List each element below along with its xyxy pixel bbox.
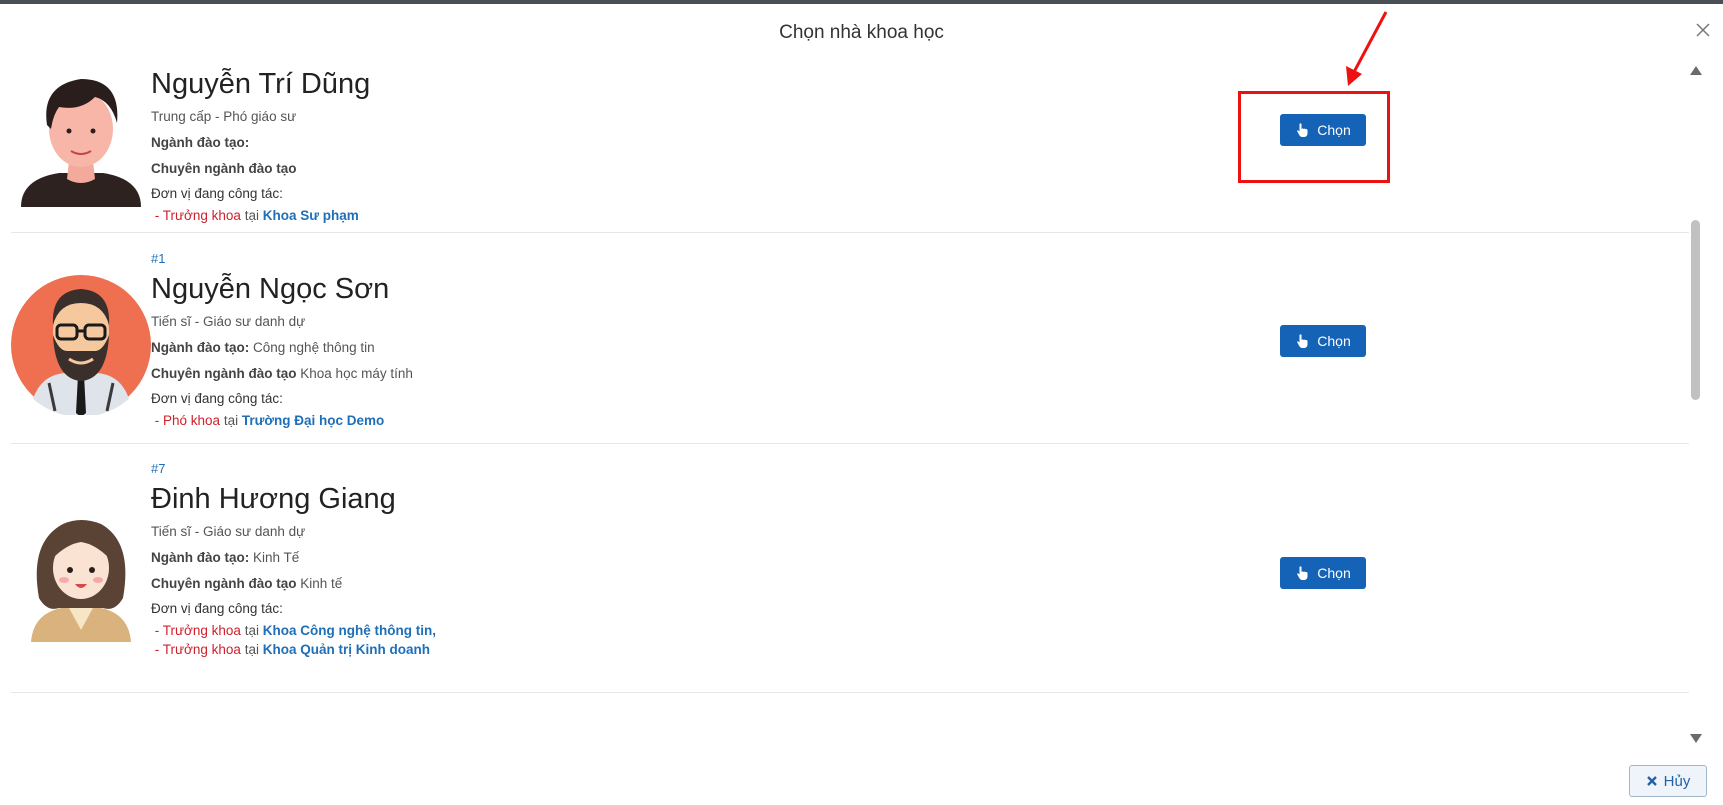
scroll-down-arrow-icon[interactable] [1690, 734, 1702, 743]
hand-pointer-icon [1297, 566, 1308, 580]
modal-footer: Hủy [0, 749, 1723, 805]
org-link[interactable]: Khoa Sư phạm [263, 208, 359, 223]
scientist-name: Đinh Hương Giang [151, 483, 396, 515]
scientist-name: Nguyễn Ngọc Sơn [151, 273, 390, 305]
scientist-card: #1 Nguyễn Ngọc Sơn Tiến sĩ - Giáo sư dan… [11, 233, 1689, 444]
scientist-card: #7 Đinh Hương Giang Tiến sĩ - Giáo sư da… [11, 444, 1689, 693]
scientist-info: #7 Đinh Hương Giang Tiến sĩ - Giáo sư da… [151, 444, 436, 659]
position-line: - Phó khoa tại Trường Đại học Demo [151, 413, 385, 428]
position-line: - Trưởng khoa tại Khoa Công nghệ thông t… [151, 623, 436, 638]
scroll-up-arrow-icon[interactable] [1690, 66, 1702, 75]
avatar-female [11, 502, 151, 642]
scientist-specialization: Chuyên ngành đào tạo [151, 161, 297, 176]
scientist-specialization: Chuyên ngành đào tạo Khoa học máy tính [151, 366, 413, 381]
scientist-name: Nguyễn Trí Dũng [151, 68, 371, 100]
scientist-rank: #7 [151, 461, 166, 476]
unit-title: Đơn vị đang công tác: [151, 186, 283, 201]
hand-pointer-icon [1297, 334, 1308, 348]
scientist-card: Nguyễn Trí Dũng Trung cấp - Phó giáo sư … [11, 62, 1689, 233]
choose-button[interactable]: Chọn [1280, 325, 1366, 357]
position-line: - Trưởng khoa tại Khoa Quản trị Kinh doa… [151, 642, 430, 657]
choose-scientist-modal: Chọn nhà khoa học Nguyễn Trí Dũng Trung … [0, 4, 1723, 805]
vertical-scrollbar[interactable] [1688, 66, 1704, 746]
scientist-info: Nguyễn Trí Dũng Trung cấp - Phó giáo sư … [151, 62, 370, 225]
scientist-major: Ngành đào tạo: [151, 135, 250, 150]
scientist-degree: Trung cấp - Phó giáo sư [151, 109, 297, 124]
modal-title: Chọn nhà khoa học [779, 22, 944, 43]
scientist-degree: Tiến sĩ - Giáo sư danh dự [151, 314, 306, 329]
position-line: - Trưởng khoa tại Khoa Sư phạm [151, 208, 359, 223]
org-link[interactable]: Khoa Quản trị Kinh doanh [263, 642, 430, 657]
scientist-info: #1 Nguyễn Ngọc Sơn Tiến sĩ - Giáo sư dan… [151, 233, 413, 430]
cancel-button[interactable]: Hủy [1629, 765, 1707, 797]
scientist-specialization: Chuyên ngành đào tạo Kinh tế [151, 576, 343, 591]
unit-title: Đơn vị đang công tác: [151, 601, 283, 616]
scientist-degree: Tiến sĩ - Giáo sư danh dự [151, 524, 306, 539]
unit-title: Đơn vị đang công tác: [151, 391, 283, 406]
close-icon [1646, 776, 1657, 786]
scroll-thumb[interactable] [1691, 220, 1700, 400]
scientist-major: Ngành đào tạo: Công nghệ thông tin [151, 340, 375, 355]
scientist-major: Ngành đào tạo: Kinh Tế [151, 550, 300, 565]
annotation-arrow-icon [1346, 11, 1388, 86]
org-link[interactable]: Trường Đại học Demo [242, 413, 384, 428]
scientist-list[interactable]: Nguyễn Trí Dũng Trung cấp - Phó giáo sư … [0, 62, 1706, 747]
choose-button[interactable]: Chọn [1280, 557, 1366, 589]
close-icon[interactable] [1693, 20, 1713, 40]
avatar-male-bearded [11, 275, 151, 415]
highlight-annotation-box [1238, 91, 1390, 183]
org-link[interactable]: Khoa Công nghệ thông tin, [263, 623, 436, 638]
scientist-rank: #1 [151, 251, 166, 266]
avatar-male-young [11, 67, 151, 207]
